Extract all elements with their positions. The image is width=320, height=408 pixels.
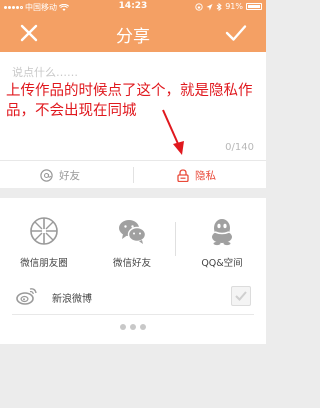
share-weibo-label: 新浪微博 — [52, 294, 92, 305]
wechat-moments-icon — [30, 217, 58, 245]
share-panel: 微信朋友圈 微信好友 QQ&空间 新浪微博 — [0, 198, 266, 344]
weibo-icon — [16, 288, 37, 305]
more-dot — [120, 324, 126, 330]
segment-divider — [133, 167, 134, 183]
wechat-icon — [119, 220, 147, 244]
visibility-private[interactable]: 隐私 — [177, 161, 216, 189]
share-wechat-friends-label: 微信好友 — [112, 258, 151, 269]
bluetooth-icon — [216, 2, 222, 11]
share-divider — [175, 222, 176, 256]
friends-label: 好友 — [59, 169, 80, 182]
share-qq[interactable]: QQ&空间 — [178, 216, 266, 269]
status-right: 91% — [195, 2, 262, 11]
visibility-friends[interactable]: 好友 — [40, 161, 80, 189]
share-qq-label: QQ&空间 — [201, 258, 243, 269]
compose-placeholder: 说点什么…… — [12, 66, 78, 79]
more-options-button[interactable] — [0, 324, 266, 330]
weibo-checkbox[interactable] — [231, 286, 251, 306]
check-icon[interactable] — [224, 23, 248, 43]
battery-percent: 91% — [225, 2, 243, 11]
location-icon — [206, 3, 213, 10]
at-icon — [40, 168, 53, 182]
share-divider-line — [12, 314, 254, 315]
battery-icon — [246, 3, 262, 10]
lock-icon — [177, 168, 189, 182]
annotation-arrow — [162, 109, 184, 155]
check-mark-icon — [235, 291, 247, 301]
more-dot — [130, 324, 136, 330]
lock-rotation-icon — [195, 2, 203, 11]
share-wechat-moments[interactable]: 微信朋友圈 — [0, 216, 88, 269]
private-label: 隐私 — [195, 169, 216, 182]
share-wechat-friends[interactable]: 微信好友 — [88, 216, 176, 269]
char-counter: 0/140 — [225, 142, 254, 153]
more-dot — [140, 324, 146, 330]
visibility-selector: 好友 隐私 — [0, 160, 266, 188]
nav-bar: 分享 — [0, 14, 266, 52]
share-wechat-moments-label: 微信朋友圈 — [20, 258, 68, 269]
share-weibo[interactable]: 新浪微博 — [0, 282, 266, 312]
qq-icon — [212, 219, 232, 246]
status-bar: 中国移动 14:23 91% — [0, 0, 266, 14]
annotation-note: 上传作品的时候点了这个，就是隐私作品，不会出现在同城 — [6, 83, 253, 119]
